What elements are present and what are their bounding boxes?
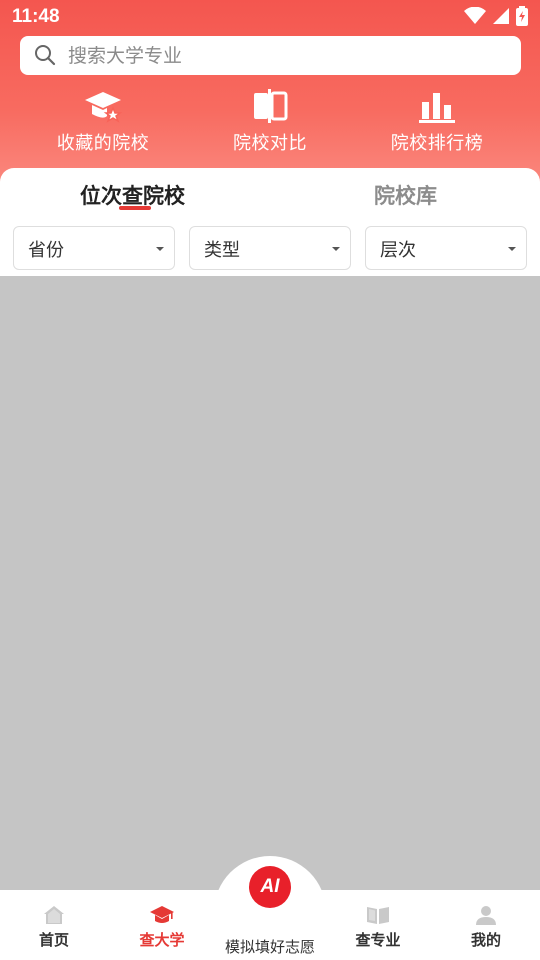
bar-ranking-icon bbox=[419, 93, 455, 123]
battery-icon bbox=[516, 6, 528, 26]
status-icons bbox=[464, 6, 528, 26]
book-icon bbox=[367, 907, 389, 924]
filter-label: 省份 bbox=[28, 240, 64, 261]
tab-school-library[interactable]: 院校库 bbox=[374, 180, 437, 210]
qa-school-ranking[interactable]: 院校排行榜 bbox=[352, 88, 522, 158]
ai-button-label[interactable]: 模拟填好志愿 bbox=[220, 936, 320, 957]
filter-label: 层次 bbox=[380, 240, 416, 261]
tab-active-indicator bbox=[119, 206, 151, 210]
search-icon bbox=[35, 45, 56, 66]
filter-label: 类型 bbox=[204, 240, 240, 261]
caret-down-icon bbox=[508, 247, 516, 251]
graduation-cap-icon bbox=[150, 906, 174, 923]
qa-label: 收藏的院校 bbox=[56, 133, 150, 154]
province-filter[interactable]: 省份 bbox=[13, 226, 175, 270]
filter-panel: 位次查院校 院校库 省份 类型 层次 bbox=[0, 168, 540, 276]
qa-label: 院校对比 bbox=[233, 133, 307, 154]
quick-actions: 收藏的院校 院校对比 院校排行榜 bbox=[0, 88, 540, 158]
nav-label: 首页 bbox=[38, 931, 69, 949]
search-box[interactable] bbox=[20, 36, 521, 75]
user-icon bbox=[476, 906, 496, 925]
compare-icon bbox=[254, 89, 288, 123]
nav-home[interactable]: 首页 bbox=[14, 898, 94, 950]
nav-label: 查专业 bbox=[355, 931, 401, 949]
ai-button[interactable]: AI bbox=[249, 866, 291, 908]
caret-down-icon bbox=[156, 247, 164, 251]
nav-search-major[interactable]: 查专业 bbox=[338, 898, 418, 950]
status-time: 11:48 bbox=[12, 6, 60, 27]
search-input[interactable] bbox=[68, 36, 508, 75]
status-bar: 11:48 bbox=[0, 0, 540, 34]
qa-label: 院校排行榜 bbox=[390, 133, 484, 154]
nav-profile[interactable]: 我的 bbox=[446, 898, 526, 950]
results-area bbox=[0, 276, 540, 890]
nav-label: 查大学 bbox=[139, 931, 185, 949]
nav-search-university[interactable]: 查大学 bbox=[122, 898, 202, 950]
qa-compare-schools[interactable]: 院校对比 bbox=[185, 88, 355, 158]
level-filter[interactable]: 层次 bbox=[365, 226, 527, 270]
qa-favorite-schools[interactable]: 收藏的院校 bbox=[18, 88, 188, 158]
graduation-star-icon bbox=[85, 92, 123, 123]
nav-label: 我的 bbox=[470, 931, 501, 949]
signal-icon bbox=[493, 8, 509, 24]
type-filter[interactable]: 类型 bbox=[189, 226, 351, 270]
wifi-icon bbox=[464, 7, 486, 24]
home-icon bbox=[44, 906, 64, 924]
caret-down-icon bbox=[332, 247, 340, 251]
